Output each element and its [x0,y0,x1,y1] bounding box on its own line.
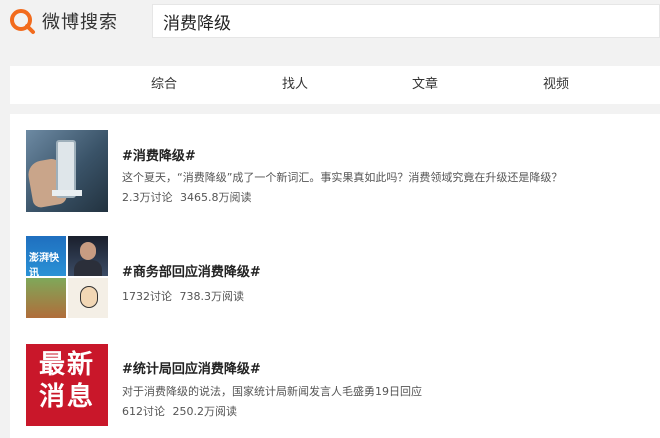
topic-thumbnail[interactable]: 最新 消息 [26,344,108,426]
search-logo-icon [10,9,35,34]
search-tabs: 综合 找人 文章 视频 [10,66,660,104]
discussion-count: 2.3万讨论 [122,191,173,204]
topic-stats: 1732讨论 738.3万阅读 [122,288,244,304]
topic-title[interactable]: #统计局回应消费降级# [122,358,261,377]
tab-articles[interactable]: 文章 [395,66,455,104]
topic-stats: 2.3万讨论 3465.8万阅读 [122,189,252,205]
topic-thumbnail[interactable]: 澎湃快讯 [26,236,108,318]
topic-description: 这个夏天，“消费降级”成了一个新词汇。事实果真如此吗？消费领域究竟在升级还是降级… [122,171,563,184]
topic-thumbnail[interactable] [26,130,108,212]
read-count: 738.3万阅读 [179,290,245,303]
topic-description: 对于消费降级的说法，国家统计局新闻发言人毛盛勇19日回应 [122,385,422,398]
thumbnail-caption: 澎湃快讯 [29,253,59,279]
topic-stats: 612讨论 250.2万阅读 [122,403,237,419]
discussion-count: 612讨论 [122,405,165,418]
logo-text: 微博搜索 [42,12,118,33]
tab-people[interactable]: 找人 [265,66,325,104]
top-bar: 微博搜索 [0,0,660,44]
topic-title[interactable]: #商务部回应消费降级# [122,261,261,280]
discussion-count: 1732讨论 [122,290,172,303]
search-box[interactable] [152,4,660,38]
tab-videos[interactable]: 视频 [526,66,586,104]
search-input[interactable] [153,5,659,37]
results-list: #消费降级# 这个夏天，“消费降级”成了一个新词汇。事实果真如此吗？消费领域究竟… [10,114,660,438]
topic-title[interactable]: #消费降级# [122,145,196,164]
read-count: 3465.8万阅读 [180,191,252,204]
thumbnail-text-line1: 最新 [38,350,95,380]
read-count: 250.2万阅读 [172,405,238,418]
thumbnail-text-line2: 消息 [38,382,95,412]
weibo-search-logo[interactable]: 微博搜索 [8,6,118,36]
tab-comprehensive[interactable]: 综合 [134,66,194,104]
